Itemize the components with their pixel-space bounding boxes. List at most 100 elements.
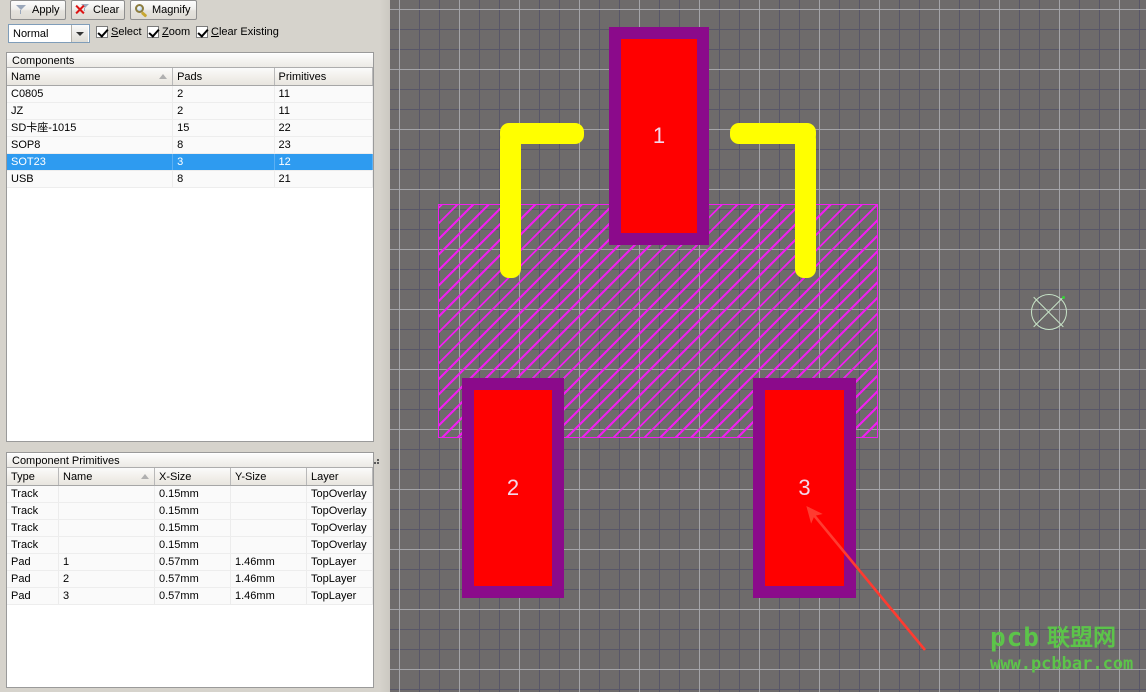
column-header-y-size[interactable]: Y-Size xyxy=(231,468,307,485)
table-cell-y_size: 1.46mm xyxy=(231,554,307,570)
components-grid: Components Name Pads Primitives C0805 2 11… xyxy=(6,52,374,442)
clear-existing-checkbox-label: Clear Existing xyxy=(211,26,279,38)
table-cell-layer: TopLayer xyxy=(307,588,373,604)
table-cell-primitives: 23 xyxy=(275,137,373,153)
watermark: pcb 联盟网 www.pcbbar.com xyxy=(990,622,1140,684)
table-cell-type: Pad xyxy=(7,554,59,570)
table-cell-pads: 8 xyxy=(173,171,275,187)
magnify-button[interactable]: Magnify xyxy=(130,0,197,20)
table-cell-type: Track xyxy=(7,537,59,553)
table-cell-layer: TopOverlay xyxy=(307,503,373,519)
table-cell-type: Pad xyxy=(7,588,59,604)
sort-ascending-icon xyxy=(159,74,168,79)
magnify-button-label: Magnify xyxy=(152,3,191,16)
column-header-pads[interactable]: Pads xyxy=(173,68,275,85)
table-row[interactable]: Pad 1 0.57mm 1.46mm TopLayer xyxy=(7,554,373,571)
zoom-checkbox[interactable]: Zoom xyxy=(147,26,190,38)
column-header-name[interactable]: Name xyxy=(7,68,174,85)
watermark-chinese-text: 联盟网 xyxy=(1046,624,1116,651)
silkscreen-track xyxy=(500,130,521,278)
table-cell-layer: TopOverlay xyxy=(307,520,373,536)
table-cell-type: Track xyxy=(7,503,59,519)
panel-splitter[interactable] xyxy=(380,0,390,692)
table-row[interactable]: SD卡座-1015 15 22 xyxy=(7,120,373,137)
table-cell-name: C0805 xyxy=(7,86,174,102)
table-cell-y_size xyxy=(231,486,307,502)
panel-options-row: Normal Select Zoom Clear Existing xyxy=(0,24,390,46)
funnel-icon xyxy=(14,3,29,17)
apply-button[interactable]: Apply xyxy=(10,0,66,20)
table-cell-name xyxy=(59,520,155,536)
components-header-row: Name Pads Primitives xyxy=(7,68,373,86)
table-cell-name xyxy=(59,537,155,553)
select-checkbox[interactable]: Select xyxy=(96,26,142,38)
watermark-url: www.pcbbar.com xyxy=(990,654,1134,674)
table-cell-name: 3 xyxy=(59,588,155,604)
table-cell-y_size xyxy=(231,503,307,519)
component-primitives-grid: Component Primitives Type Name X-Size Y-… xyxy=(6,452,374,688)
table-cell-pads: 8 xyxy=(173,137,275,153)
mode-dropdown[interactable]: Normal xyxy=(8,24,90,43)
table-cell-x_size: 0.15mm xyxy=(155,503,231,519)
components-rows: C0805 2 11 JZ 2 11 SD卡座-1015 15 22 SOP8 8 23 SOT23 3 1… xyxy=(7,86,373,188)
table-row[interactable]: C0805 2 11 xyxy=(7,86,373,103)
table-row[interactable]: Track 0.15mm TopOverlay xyxy=(7,520,373,537)
table-cell-y_size: 1.46mm xyxy=(231,571,307,587)
table-cell-x_size: 0.15mm xyxy=(155,537,231,553)
primitives-caption: Component Primitives xyxy=(7,453,373,468)
table-cell-primitives: 22 xyxy=(275,120,373,136)
red-x-icon xyxy=(75,5,84,14)
magnifier-icon xyxy=(134,3,149,18)
watermark-logo-text: pcb xyxy=(990,623,1040,653)
table-row[interactable]: USB 8 21 xyxy=(7,171,373,188)
table-cell-name: USB xyxy=(7,171,174,187)
pcb-canvas[interactable]: 1 2 3 xyxy=(390,0,1146,692)
clear-button-label: Clear xyxy=(93,3,120,16)
table-cell-pads: 2 xyxy=(173,103,275,119)
table-row[interactable]: SOP8 8 23 xyxy=(7,137,373,154)
table-cell-y_size xyxy=(231,520,307,536)
pcb-pad[interactable]: 3 xyxy=(753,378,856,598)
pcb-pad[interactable]: 1 xyxy=(609,27,709,245)
table-cell-name: SD卡座-1015 xyxy=(7,120,174,136)
table-row[interactable]: Pad 3 0.57mm 1.46mm TopLayer xyxy=(7,588,373,605)
table-cell-name: 1 xyxy=(59,554,155,570)
column-header-type[interactable]: Type xyxy=(7,468,59,485)
table-row[interactable]: Track 0.15mm TopOverlay xyxy=(7,503,373,520)
clear-button[interactable]: Clear xyxy=(71,0,126,20)
table-cell-y_size: 1.46mm xyxy=(231,588,307,604)
primitives-rows: Track 0.15mm TopOverlay Track 0.15mm TopOverl… xyxy=(7,486,373,605)
table-cell-name: SOP8 xyxy=(7,137,174,153)
table-cell-layer: TopOverlay xyxy=(307,537,373,553)
table-cell-name xyxy=(59,503,155,519)
table-cell-name: SOT23 xyxy=(7,154,174,170)
table-cell-x_size: 0.57mm xyxy=(155,554,231,570)
table-cell-primitives: 11 xyxy=(275,86,373,102)
column-header-name[interactable]: Name xyxy=(59,468,155,485)
table-cell-x_size: 0.15mm xyxy=(155,520,231,536)
pcb-pad[interactable]: 2 xyxy=(462,378,564,598)
table-cell-pads: 15 xyxy=(173,120,275,136)
table-cell-type: Track xyxy=(7,520,59,536)
chevron-down-icon[interactable] xyxy=(71,25,88,42)
table-row[interactable]: Track 0.15mm TopOverlay xyxy=(7,537,373,554)
table-cell-x_size: 0.15mm xyxy=(155,486,231,502)
silkscreen-track xyxy=(795,130,816,278)
table-cell-pads: 3 xyxy=(173,154,275,170)
mode-dropdown-value: Normal xyxy=(13,27,49,40)
pad-designator: 3 xyxy=(798,475,811,500)
table-row[interactable]: Track 0.15mm TopOverlay xyxy=(7,486,373,503)
table-cell-primitives: 11 xyxy=(275,103,373,119)
table-cell-primitives: 12 xyxy=(275,154,373,170)
table-row[interactable]: SOT23 3 12 xyxy=(7,154,373,171)
clear-existing-checkbox[interactable]: Clear Existing xyxy=(196,26,279,38)
table-cell-layer: TopOverlay xyxy=(307,486,373,502)
table-row[interactable]: Pad 2 0.57mm 1.46mm TopLayer xyxy=(7,571,373,588)
zoom-checkbox-label: Zoom xyxy=(162,26,191,38)
origin-marker-icon xyxy=(1031,294,1067,330)
table-row[interactable]: JZ 2 11 xyxy=(7,103,373,120)
column-header-primitives[interactable]: Primitives xyxy=(275,68,373,85)
column-header-x-size[interactable]: X-Size xyxy=(155,468,231,485)
column-header-layer[interactable]: Layer xyxy=(307,468,373,485)
primitives-header-row: Type Name X-Size Y-Size Layer xyxy=(7,468,373,486)
